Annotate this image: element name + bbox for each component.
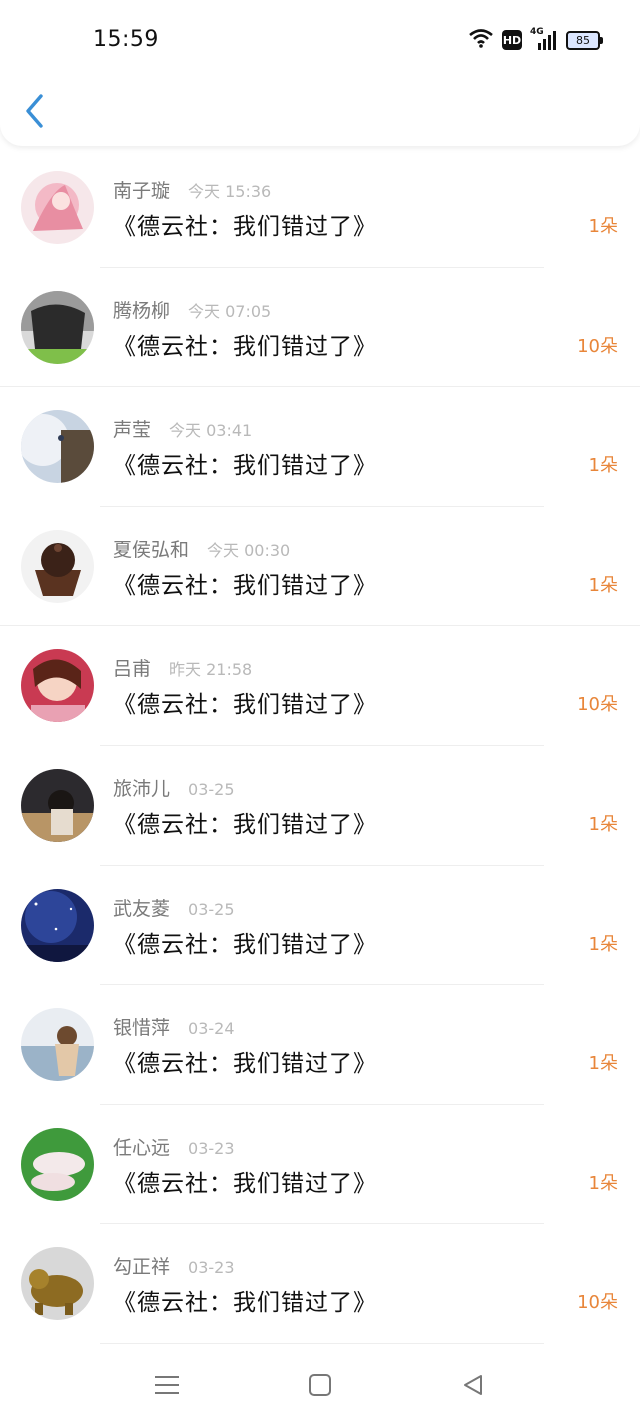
timestamp: 今天 03:41 <box>169 421 253 441</box>
user-line: 吕甫 昨天 21:58 <box>113 654 252 681</box>
avatar[interactable] <box>21 529 94 603</box>
timestamp: 今天 15:36 <box>188 182 272 201</box>
user-name: 勾正祥 <box>113 1256 171 1279</box>
header: 15:59 HD 4G 85 <box>0 0 640 146</box>
back-nav-button[interactable] <box>453 1370 493 1400</box>
back-triangle-icon <box>464 1375 482 1395</box>
home-button[interactable] <box>300 1370 340 1400</box>
avatar[interactable] <box>21 1127 94 1201</box>
status-icons: HD 4G 85 <box>468 27 603 52</box>
book-title: 《德云社：我们错过了》 <box>113 1290 377 1317</box>
list-item[interactable]: 勾正祥 03-23 《德云社：我们错过了》 10朵 <box>0 1224 640 1344</box>
user-name: 南子璇 <box>113 180 171 202</box>
list-item[interactable]: 腾杨柳 今天 07:05 《德云社：我们错过了》 10朵 <box>0 268 640 388</box>
list-item[interactable]: 夏侯弘和 今天 00:30 《德云社：我们错过了》 1朵 <box>0 507 640 627</box>
user-line: 声莹 今天 03:41 <box>113 415 252 442</box>
book-title: 《德云社：我们错过了》 <box>113 453 377 480</box>
list-item[interactable]: 声莹 今天 03:41 《德云社：我们错过了》 1朵 <box>0 387 640 507</box>
avatar[interactable] <box>21 1247 94 1321</box>
timestamp: 昨天 21:58 <box>169 660 253 680</box>
hd-icon: HD <box>502 30 522 50</box>
user-name: 武友菱 <box>113 897 171 920</box>
back-button[interactable] <box>20 92 50 130</box>
book-title: 《德云社：我们错过了》 <box>113 931 377 958</box>
book-title: 《德云社：我们错过了》 <box>113 692 377 719</box>
gift-count: 1朵 <box>588 216 618 237</box>
gift-count: 1朵 <box>588 574 618 596</box>
status-bar: 15:59 HD 4G 85 <box>0 0 640 80</box>
battery-icon: 85 <box>566 30 603 50</box>
user-name: 任心远 <box>113 1136 171 1159</box>
user-line: 夏侯弘和 今天 00:30 <box>113 535 290 562</box>
gift-count: 1朵 <box>588 1172 618 1194</box>
user-line: 武友菱 03-25 <box>113 894 235 921</box>
avatar[interactable] <box>21 290 94 364</box>
avatar[interactable] <box>21 888 94 962</box>
user-line: 旅沛儿 03-25 <box>113 774 235 801</box>
chevron-left-icon <box>26 94 43 128</box>
user-name: 声莹 <box>113 419 152 442</box>
timestamp: 03-25 <box>188 899 235 919</box>
book-title: 《德云社：我们错过了》 <box>113 333 377 360</box>
gift-count: 1朵 <box>588 933 618 955</box>
user-line: 勾正祥 03-23 <box>113 1252 235 1279</box>
avatar[interactable] <box>21 649 94 723</box>
wifi-icon <box>468 28 494 52</box>
divider <box>100 1342 544 1344</box>
timestamp: 03-25 <box>188 779 235 799</box>
avatar[interactable] <box>21 410 94 484</box>
list-item[interactable]: 任心远 03-23 《德云社：我们错过了》 1朵 <box>0 1105 640 1225</box>
timestamp: 今天 00:30 <box>207 540 291 560</box>
book-title: 《德云社：我们错过了》 <box>113 214 377 240</box>
avatar[interactable] <box>21 171 94 244</box>
user-line: 任心远 03-23 <box>113 1133 235 1160</box>
book-title: 《德云社：我们错过了》 <box>113 811 377 838</box>
navigation-bar <box>0 1352 640 1422</box>
user-name: 夏侯弘和 <box>113 538 190 561</box>
timestamp: 03-24 <box>188 1019 235 1039</box>
user-name: 腾杨柳 <box>113 299 171 322</box>
gift-count: 1朵 <box>588 1053 618 1075</box>
status-time: 15:59 <box>93 27 159 52</box>
timestamp: 今天 07:05 <box>188 301 272 321</box>
avatar[interactable] <box>21 1008 94 1082</box>
user-name: 旅沛儿 <box>113 777 171 800</box>
book-title: 《德云社：我们错过了》 <box>113 1051 377 1078</box>
gift-count: 1朵 <box>588 813 618 835</box>
user-line: 银惜萍 03-24 <box>113 1013 235 1040</box>
gift-count: 10朵 <box>577 1292 618 1314</box>
gift-count: 10朵 <box>577 694 618 716</box>
list-item[interactable]: 吕甫 昨天 21:58 《德云社：我们错过了》 10朵 <box>0 626 640 746</box>
home-square-icon <box>309 1374 331 1396</box>
list-item[interactable]: 旅沛儿 03-25 《德云社：我们错过了》 1朵 <box>0 746 640 866</box>
gift-count: 10朵 <box>577 335 618 357</box>
signal-icon: 4G <box>530 27 558 51</box>
user-line: 腾杨柳 今天 07:05 <box>113 296 271 323</box>
user-name: 吕甫 <box>113 658 152 681</box>
timestamp: 03-23 <box>188 1138 235 1158</box>
gift-list: 南子璇 今天 15:36 《德云社：我们错过了》 1朵 腾杨柳 今天 07:05… <box>0 148 640 1344</box>
menu-icon <box>155 1376 179 1394</box>
menu-button[interactable] <box>147 1370 187 1400</box>
list-item[interactable]: 南子璇 今天 15:36 《德云社：我们错过了》 1朵 <box>0 148 640 268</box>
gift-count: 1朵 <box>588 455 618 477</box>
user-name: 银惜萍 <box>113 1017 171 1040</box>
book-title: 《德云社：我们错过了》 <box>113 1170 377 1197</box>
book-title: 《德云社：我们错过了》 <box>113 572 377 599</box>
avatar[interactable] <box>21 768 94 842</box>
user-line: 南子璇 今天 15:36 <box>113 176 271 203</box>
timestamp: 03-23 <box>188 1258 235 1278</box>
list-item[interactable]: 银惜萍 03-24 《德云社：我们错过了》 1朵 <box>0 985 640 1105</box>
list-item[interactable]: 武友菱 03-25 《德云社：我们错过了》 1朵 <box>0 866 640 986</box>
